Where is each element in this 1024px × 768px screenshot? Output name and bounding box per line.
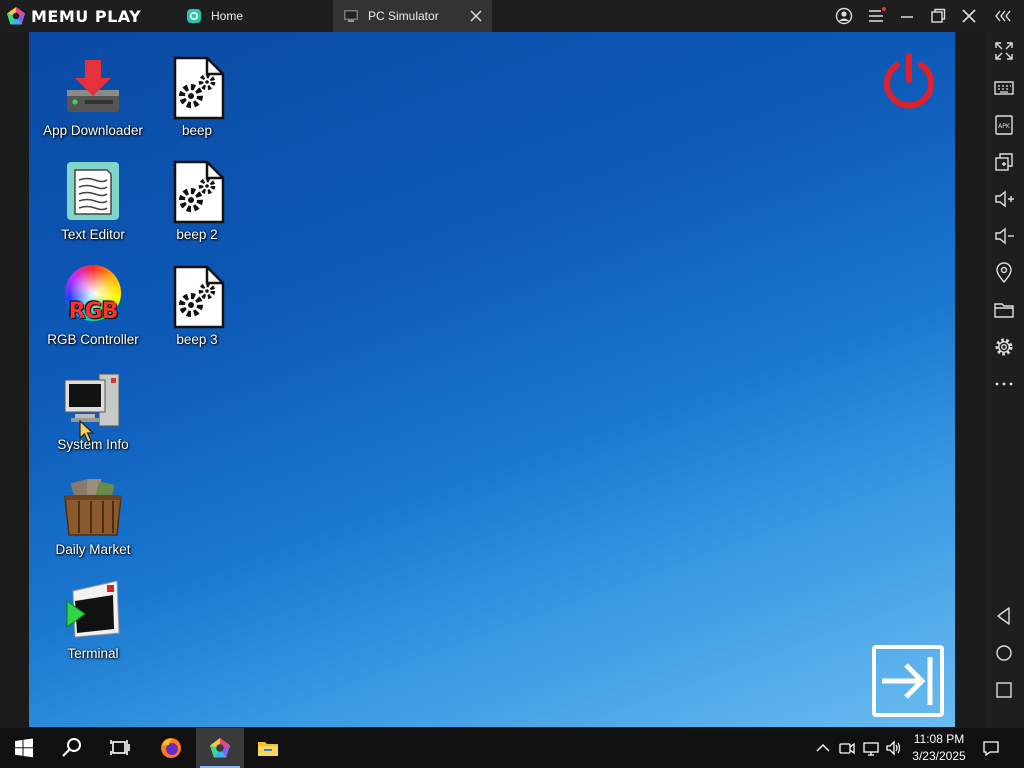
volume-up-icon[interactable] (993, 188, 1015, 210)
close-tab-icon[interactable] (468, 8, 484, 24)
meet-now-icon[interactable] (838, 739, 856, 757)
task-view-icon[interactable] (96, 728, 144, 768)
clock-time: 11:08 PM (913, 732, 965, 746)
network-icon[interactable] (862, 739, 880, 757)
title-bar: MEMU PLAY Home PC Simulator (0, 0, 1024, 32)
multi-instance-icon[interactable] (993, 151, 1015, 173)
script-file-icon (165, 160, 229, 224)
firefox-icon[interactable] (147, 728, 195, 768)
tab-home[interactable]: Home (178, 0, 333, 32)
desktop-icon-beep-3[interactable]: beep 3 (137, 265, 257, 347)
volume-down-icon[interactable] (993, 225, 1015, 247)
collapse-sidebar-icon[interactable] (993, 6, 1013, 26)
app-downloader-icon (61, 56, 125, 120)
desktop: App Downloader beep Text Editor beep 2 R… (29, 32, 955, 727)
exit-arrow-icon (882, 657, 933, 705)
clock-date: 3/23/2025 (912, 749, 966, 763)
home-icon[interactable] (993, 642, 1015, 664)
daily-market-icon (61, 475, 125, 539)
svg-text:APK: APK (998, 123, 1011, 130)
desktop-icon-beep[interactable]: beep (137, 56, 257, 138)
notifications-icon[interactable] (982, 739, 1000, 757)
brand-name: MEMU PLAY (31, 6, 142, 26)
desktop-icon-label: beep 3 (176, 332, 218, 347)
script-file-icon (165, 56, 229, 120)
back-icon[interactable] (993, 605, 1015, 627)
desktop-icon-label: Daily Market (55, 542, 131, 557)
minimize-icon[interactable] (897, 6, 917, 26)
mouse-cursor-icon (79, 420, 95, 443)
desktop-icon-label: beep (181, 123, 213, 138)
memu-logo-icon (7, 7, 25, 25)
desktop-icon-label: Terminal (67, 646, 119, 661)
desktop-icon-label: Text Editor (61, 227, 125, 242)
close-icon[interactable] (959, 6, 979, 26)
pc-simulator-icon (343, 8, 359, 24)
desktop-icon-label: App Downloader (43, 123, 143, 138)
desktop-icon-label: RGB Controller (47, 332, 139, 347)
windows-start-icon[interactable] (0, 728, 48, 768)
desktop-icon-system-info[interactable]: System Info (33, 370, 153, 452)
rgb-controller-icon: RGB (61, 265, 125, 329)
desktop-icon-beep-2[interactable]: beep 2 (137, 160, 257, 242)
system-clock[interactable]: 11:08 PM 3/23/2025 (907, 731, 971, 765)
tab-pc-simulator[interactable]: PC Simulator (333, 0, 492, 32)
volume-icon[interactable] (885, 739, 903, 757)
location-icon[interactable] (993, 262, 1015, 284)
left-border (0, 32, 29, 728)
desktop-icon-daily-market[interactable]: Daily Market (33, 475, 153, 557)
windows-taskbar: 11:08 PM 3/23/2025 (0, 728, 1024, 768)
tab-pc-simulator-label: PC Simulator (368, 9, 439, 23)
right-border (955, 32, 985, 728)
search-icon[interactable] (48, 728, 96, 768)
show-hidden-icons-icon[interactable] (814, 739, 832, 757)
recents-icon[interactable] (993, 679, 1015, 701)
desktop-icon-label: beep 2 (176, 227, 218, 242)
tab-home-label: Home (211, 9, 244, 23)
fullscreen-icon[interactable] (993, 40, 1015, 62)
file-explorer-icon[interactable] (244, 728, 292, 768)
memu-emulator-window: MEMU PLAY Home PC Simulator App Download… (0, 0, 1024, 768)
emulator-sidebar: APK (985, 32, 1024, 728)
power-button[interactable] (879, 52, 939, 112)
exit-button[interactable] (872, 645, 944, 717)
apk-install-icon[interactable]: APK (993, 114, 1015, 136)
desktop-icon-text-editor[interactable]: Text Editor (33, 160, 153, 242)
text-editor-icon (61, 160, 125, 224)
rgb-badge: RGB (68, 299, 119, 324)
restore-icon[interactable] (928, 6, 948, 26)
account-icon[interactable] (834, 6, 854, 26)
settings-icon[interactable] (993, 336, 1015, 358)
folder-icon[interactable] (993, 299, 1015, 321)
memu-icon[interactable] (196, 728, 244, 768)
memu-home-icon (186, 8, 202, 24)
power-icon (884, 53, 934, 109)
keyboard-icon[interactable] (993, 77, 1015, 99)
script-file-icon (165, 265, 229, 329)
terminal-icon (61, 579, 125, 643)
memu-logo: MEMU PLAY (6, 5, 141, 27)
desktop-icon-terminal[interactable]: Terminal (33, 579, 153, 661)
menu-icon[interactable] (866, 6, 886, 26)
desktop-icon-app-downloader[interactable]: App Downloader (33, 56, 153, 138)
more-icon[interactable] (993, 373, 1015, 395)
desktop-icon-rgb-controller[interactable]: RGB RGB Controller (33, 265, 153, 347)
